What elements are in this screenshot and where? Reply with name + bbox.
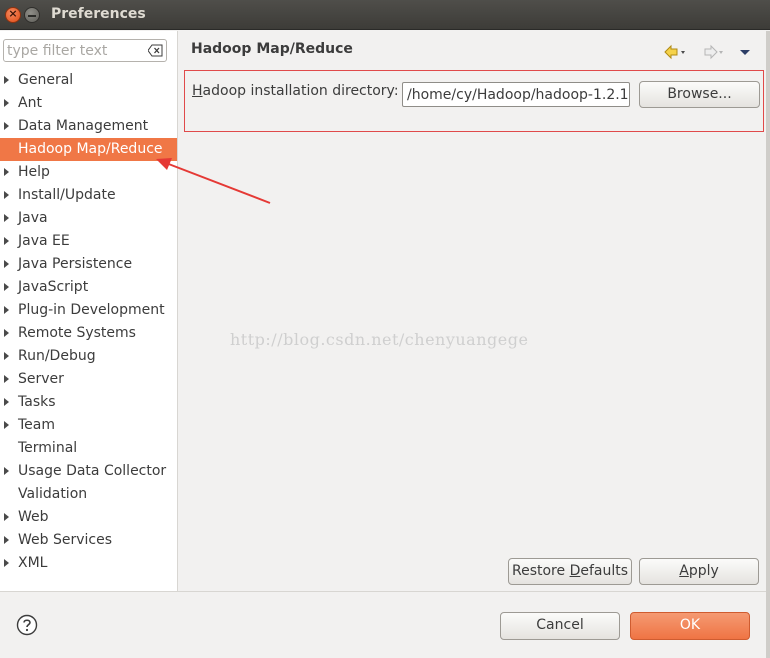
expand-arrow-icon[interactable]	[4, 421, 9, 429]
expand-arrow-icon[interactable]	[4, 513, 9, 521]
tree-item[interactable]: Terminal	[0, 437, 177, 460]
tree-item[interactable]: Server	[0, 368, 177, 391]
tree-item[interactable]: Validation	[0, 483, 177, 506]
tree-item[interactable]: Help	[0, 161, 177, 184]
minimize-icon[interactable]	[24, 7, 40, 23]
tree-item[interactable]: Plug-in Development	[0, 299, 177, 322]
expand-arrow-icon[interactable]	[4, 237, 9, 245]
tree-item-label: General	[18, 72, 74, 88]
forward-arrow-icon[interactable]	[704, 44, 723, 60]
back-arrow-icon[interactable]	[664, 44, 685, 60]
view-menu-icon[interactable]	[740, 50, 750, 55]
tree-item[interactable]: General	[0, 69, 177, 92]
hadoop-settings-group: Hadoop installation directory: Browse...	[184, 70, 764, 132]
tree-item[interactable]: Java	[0, 207, 177, 230]
expand-arrow-icon[interactable]	[4, 122, 9, 130]
expand-arrow-icon[interactable]	[4, 375, 9, 383]
restore-defaults-button[interactable]: Restore Defaults	[508, 558, 632, 585]
tree-item[interactable]: Install/Update	[0, 184, 177, 207]
filter-input[interactable]	[7, 42, 143, 59]
expand-arrow-icon[interactable]	[4, 306, 9, 314]
expand-arrow-icon[interactable]	[4, 536, 9, 544]
tree-item-label: Install/Update	[18, 187, 116, 203]
preference-tree: General Ant Data Management Hadoop Map/Redu…	[0, 69, 177, 575]
tree-item-label: Java	[18, 210, 48, 226]
tree-item[interactable]: Hadoop Map/Reduce	[0, 138, 177, 161]
expand-arrow-icon[interactable]	[4, 352, 9, 360]
expand-arrow-icon[interactable]	[4, 559, 9, 567]
clear-filter-icon[interactable]	[148, 44, 163, 57]
tree-item[interactable]: Web	[0, 506, 177, 529]
tree-item-label: Data Management	[18, 118, 149, 134]
expand-arrow-icon[interactable]	[4, 467, 9, 475]
tree-item[interactable]: Usage Data Collector	[0, 460, 177, 483]
close-icon[interactable]: ×	[5, 7, 21, 23]
preference-tree-panel: General Ant Data Management Hadoop Map/Redu…	[0, 31, 178, 591]
tree-item[interactable]: JavaScript	[0, 276, 177, 299]
tree-item[interactable]: Java EE	[0, 230, 177, 253]
tree-item-label: Ant	[18, 95, 42, 111]
apply-button[interactable]: Apply	[639, 558, 759, 585]
help-icon[interactable]	[16, 614, 38, 636]
tree-item-label: Java Persistence	[18, 256, 133, 272]
tree-item-label: Web Services	[18, 532, 113, 548]
tree-item[interactable]: Run/Debug	[0, 345, 177, 368]
expand-arrow-icon[interactable]	[4, 283, 9, 291]
tree-item-label: Validation	[18, 486, 88, 502]
expand-arrow-icon[interactable]	[4, 99, 9, 107]
tree-item[interactable]: Team	[0, 414, 177, 437]
window-edge	[766, 31, 770, 658]
tree-item-label: Tasks	[18, 394, 56, 410]
tree-item[interactable]: Java Persistence	[0, 253, 177, 276]
tree-item-label: Java EE	[18, 233, 70, 249]
tree-item-label: Hadoop Map/Reduce	[18, 141, 163, 157]
tree-item-label: Help	[18, 164, 50, 180]
tree-item-label: Run/Debug	[18, 348, 96, 364]
expand-arrow-icon[interactable]	[4, 191, 9, 199]
tree-item-label: Usage Data Collector	[18, 463, 167, 479]
watermark: http://blog.csdn.net/chenyuangege	[230, 330, 529, 349]
tree-item[interactable]: Remote Systems	[0, 322, 177, 345]
tree-item-label: Plug-in Development	[18, 302, 165, 318]
filter-box[interactable]	[3, 39, 167, 62]
expand-arrow-icon[interactable]	[4, 329, 9, 337]
expand-arrow-icon[interactable]	[4, 76, 9, 84]
tree-item[interactable]: Ant	[0, 92, 177, 115]
tree-item-label: Team	[18, 417, 56, 433]
installation-directory-label: Hadoop installation directory:	[192, 83, 399, 99]
expand-arrow-icon[interactable]	[4, 260, 9, 268]
installation-directory-input[interactable]	[402, 82, 630, 107]
page-nav-toolbar	[664, 44, 750, 60]
tree-item[interactable]: Data Management	[0, 115, 177, 138]
tree-item-label: Server	[18, 371, 64, 387]
tree-item-label: JavaScript	[18, 279, 89, 295]
tree-item-label: Terminal	[18, 440, 78, 456]
tree-item[interactable]: Tasks	[0, 391, 177, 414]
expand-arrow-icon[interactable]	[4, 214, 9, 222]
cancel-button[interactable]: Cancel	[500, 612, 620, 640]
tree-item[interactable]: XML	[0, 552, 177, 575]
title-bar: × Preferences	[0, 0, 770, 30]
tree-item-label: Remote Systems	[18, 325, 136, 341]
footer-divider	[0, 591, 770, 592]
window-title: Preferences	[51, 6, 146, 22]
page-title: Hadoop Map/Reduce	[191, 41, 353, 57]
tree-item-label: XML	[18, 555, 48, 571]
ok-button[interactable]: OK	[630, 612, 750, 640]
tree-item[interactable]: Web Services	[0, 529, 177, 552]
tree-item-label: Web	[18, 509, 49, 525]
expand-arrow-icon[interactable]	[4, 398, 9, 406]
browse-button[interactable]: Browse...	[639, 81, 760, 108]
expand-arrow-icon[interactable]	[4, 168, 9, 176]
